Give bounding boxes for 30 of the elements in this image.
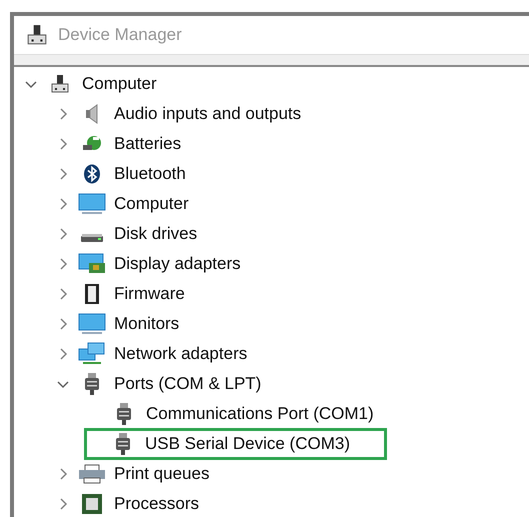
display-adapter-icon: [78, 253, 106, 275]
processor-icon: [81, 493, 103, 515]
tree-item[interactable]: Disk drives: [114, 221, 198, 247]
printer-icon: [78, 464, 106, 484]
monitor-icon: [78, 313, 106, 335]
disk-drive-icon: [81, 234, 103, 242]
tree-item[interactable]: Batteries: [114, 131, 182, 157]
tree-item[interactable]: USB Serial Device (COM3): [145, 431, 350, 457]
tree-item[interactable]: Bluetooth: [114, 161, 186, 187]
tree-item[interactable]: Audio inputs and outputs: [114, 101, 302, 127]
port-icon: [114, 432, 132, 456]
tree-item[interactable]: Network adapters: [114, 341, 248, 367]
tree-item[interactable]: Computer: [82, 71, 157, 97]
computer-icon: [50, 74, 70, 94]
bluetooth-icon: [82, 164, 102, 184]
chip-icon: [82, 283, 102, 305]
window-title: Device Manager: [58, 24, 182, 46]
tree-item[interactable]: Ports (COM & LPT): [114, 371, 262, 397]
tree-item[interactable]: Processors: [114, 491, 200, 517]
network-icon: [78, 342, 106, 366]
tree-item[interactable]: Firmware: [114, 281, 185, 307]
tree-item[interactable]: Display adapters: [114, 251, 241, 277]
port-icon: [83, 372, 101, 396]
tree-item[interactable]: Communications Port (COM1): [146, 401, 374, 427]
computer-icon: [26, 24, 48, 46]
tree-item[interactable]: Monitors: [114, 311, 180, 337]
monitor-icon: [78, 193, 106, 215]
tree-item[interactable]: Print queues: [114, 461, 210, 487]
port-icon: [115, 402, 133, 426]
tree-item[interactable]: Computer: [114, 191, 189, 217]
